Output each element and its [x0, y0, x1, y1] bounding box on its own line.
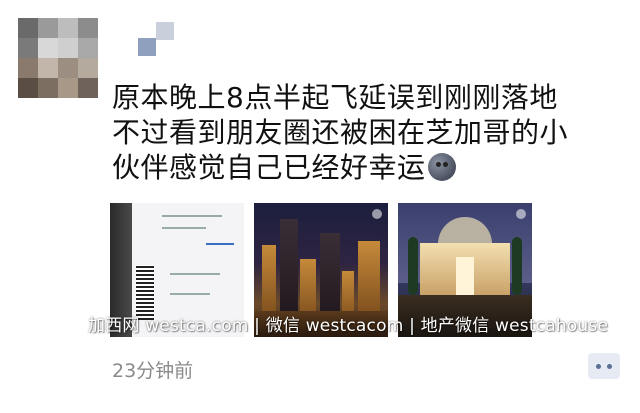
pass-text-line	[170, 273, 220, 275]
tree	[512, 237, 522, 295]
post-text-line: 原本晚上8点半起飞延误到刚刚落地	[112, 81, 558, 114]
username-block	[156, 22, 174, 40]
username-block	[138, 38, 156, 56]
post-text-line-content: 伙伴感觉自己已经好幸运	[112, 151, 426, 184]
comment-dots-icon	[607, 364, 612, 369]
tree	[408, 237, 418, 295]
pass-stripe	[206, 243, 234, 245]
post-timestamp: 23分钟前	[112, 360, 194, 382]
sleepy-moon-face-icon	[427, 153, 456, 181]
post-text-line: 伙伴感觉自己已经好幸运	[112, 150, 612, 185]
pass-text-line	[162, 227, 206, 229]
image-dot-icon	[372, 209, 382, 219]
pass-text-line	[170, 293, 210, 295]
comment-dots-icon	[596, 364, 601, 369]
username-blurred[interactable]	[138, 22, 176, 60]
avatar[interactable]	[18, 18, 98, 98]
entrance	[456, 257, 474, 295]
pass-text-line	[162, 215, 222, 217]
comment-button[interactable]	[588, 353, 620, 379]
watermark: 加西网 westca.com | 微信 westcacom | 地产微信 wes…	[88, 316, 609, 336]
image-dot-icon	[516, 209, 526, 219]
post-text-line: 不过看到朋友圈还被困在芝加哥的小	[112, 116, 569, 149]
post-text: 原本晚上8点半起飞延误到刚刚落地 不过看到朋友圈还被困在芝加哥的小 伙伴感觉自己…	[112, 80, 612, 185]
